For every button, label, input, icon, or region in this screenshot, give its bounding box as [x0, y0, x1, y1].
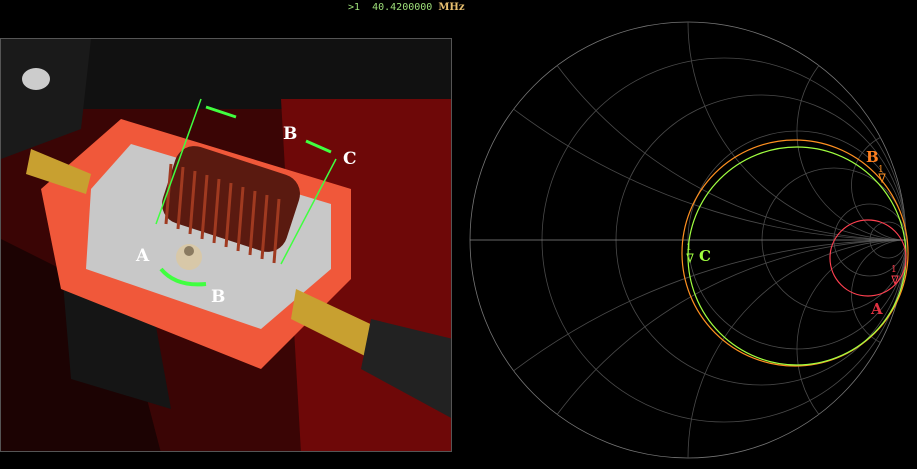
trace-label-b: B [866, 148, 879, 166]
marker-id: >1 [348, 2, 361, 13]
marker-frequency-readout: >1 40.4200000 MHz [348, 2, 465, 13]
circuit-photo: A B B C [0, 38, 452, 452]
frequency-unit: MHz [438, 2, 465, 13]
smith-grid [469, 21, 907, 459]
photo-label-b: B [283, 124, 297, 144]
marker-1-c: 1 [686, 243, 692, 253]
marker-frequency: 40.4200000 [372, 2, 433, 13]
photo-label-a: A [135, 246, 150, 266]
trace-label-c: C [699, 247, 711, 265]
trace-label-a: A [870, 300, 883, 318]
photo-label-b-trimmer: B [211, 287, 225, 307]
photo-label-c: C [343, 149, 357, 169]
smith-chart: B 1 C 1 A 1 [469, 21, 909, 459]
photo-illustration: A B B C [1, 39, 451, 451]
marker-1-a: 1 [891, 265, 897, 275]
trace-b: B 1 [681, 139, 909, 367]
